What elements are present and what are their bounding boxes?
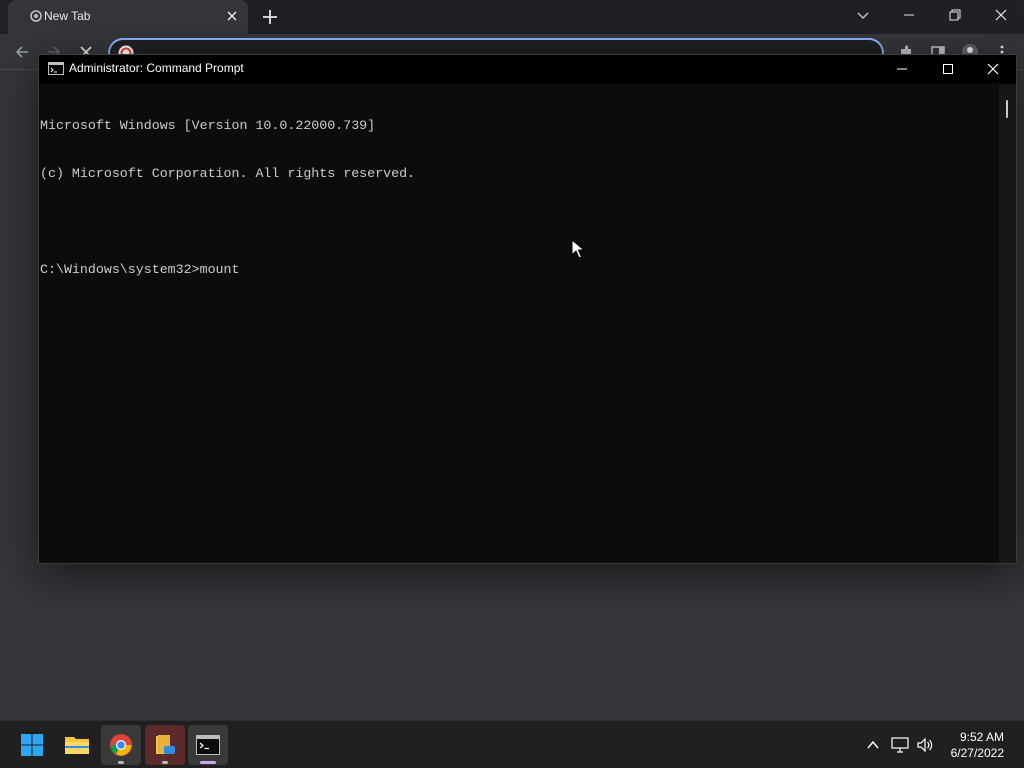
- browser-tab-strip: New Tab: [0, 0, 1024, 34]
- console-line: (c) Microsoft Corporation. All rights re…: [40, 166, 416, 181]
- taskbar-chrome[interactable]: [101, 725, 141, 765]
- running-indicator: [162, 761, 168, 764]
- console-line: Microsoft Windows [Version 10.0.22000.73…: [40, 118, 376, 133]
- file-manager-icon: [156, 735, 175, 754]
- browser-restore-button[interactable]: [932, 0, 978, 30]
- back-button[interactable]: [12, 42, 32, 62]
- taskbar-file-manager[interactable]: [145, 725, 185, 765]
- terminal-icon: [196, 735, 220, 755]
- running-indicator: [118, 761, 124, 764]
- minimize-icon: [897, 68, 907, 70]
- console-scrollbar[interactable]: [999, 85, 1016, 563]
- chevron-up-icon: [867, 740, 879, 749]
- cmd-maximize-button[interactable]: [925, 55, 971, 83]
- close-icon: [995, 9, 1007, 21]
- minimize-icon: [904, 14, 914, 16]
- tab-close-icon[interactable]: [224, 8, 240, 24]
- volume-button[interactable]: [915, 735, 935, 755]
- start-button[interactable]: [12, 725, 52, 765]
- chrome-icon: [110, 734, 132, 756]
- chevron-down-icon[interactable]: [854, 6, 872, 24]
- taskbar: 9:52 AM 6/27/2022: [0, 720, 1024, 768]
- network-icon: [891, 737, 909, 753]
- arrow-left-icon: [15, 46, 28, 58]
- console-output[interactable]: Microsoft Windows [Version 10.0.22000.73…: [39, 85, 999, 563]
- command-prompt-window: Administrator: Command Prompt Microsoft …: [38, 54, 1017, 564]
- restore-icon: [949, 9, 961, 21]
- system-clock[interactable]: 9:52 AM 6/27/2022: [951, 729, 1004, 761]
- clock-time: 9:52 AM: [959, 730, 1004, 744]
- maximize-icon: [943, 64, 953, 74]
- cmd-title-bar[interactable]: Administrator: Command Prompt: [39, 55, 1016, 83]
- tab-title: New Tab: [44, 9, 91, 23]
- network-button[interactable]: [890, 735, 910, 755]
- cmd-app-icon: [48, 62, 64, 75]
- tab-new-tab[interactable]: New Tab: [8, 0, 248, 34]
- show-hidden-icons-button[interactable]: [863, 735, 883, 755]
- close-icon: [987, 63, 999, 75]
- cmd-minimize-button[interactable]: [879, 55, 925, 83]
- speaker-icon: [917, 737, 933, 753]
- cmd-window-title: Administrator: Command Prompt: [69, 61, 244, 75]
- new-tab-icon[interactable]: [260, 7, 280, 27]
- cmd-close-button[interactable]: [970, 55, 1016, 83]
- mouse-pointer-icon: [571, 239, 585, 259]
- scrollbar-thumb[interactable]: [1006, 100, 1008, 118]
- clock-date: 6/27/2022: [950, 746, 1004, 760]
- taskbar-command-prompt[interactable]: [188, 725, 228, 765]
- console-prompt-line: C:\Windows\system32>mount: [40, 262, 240, 277]
- browser-close-button[interactable]: [978, 0, 1024, 30]
- folder-icon: [65, 737, 89, 754]
- chrome-favicon-icon: [30, 10, 42, 22]
- windows-logo-icon: [21, 734, 43, 756]
- taskbar-file-explorer[interactable]: [57, 725, 97, 765]
- active-indicator: [200, 761, 216, 764]
- browser-minimize-button[interactable]: [886, 0, 932, 30]
